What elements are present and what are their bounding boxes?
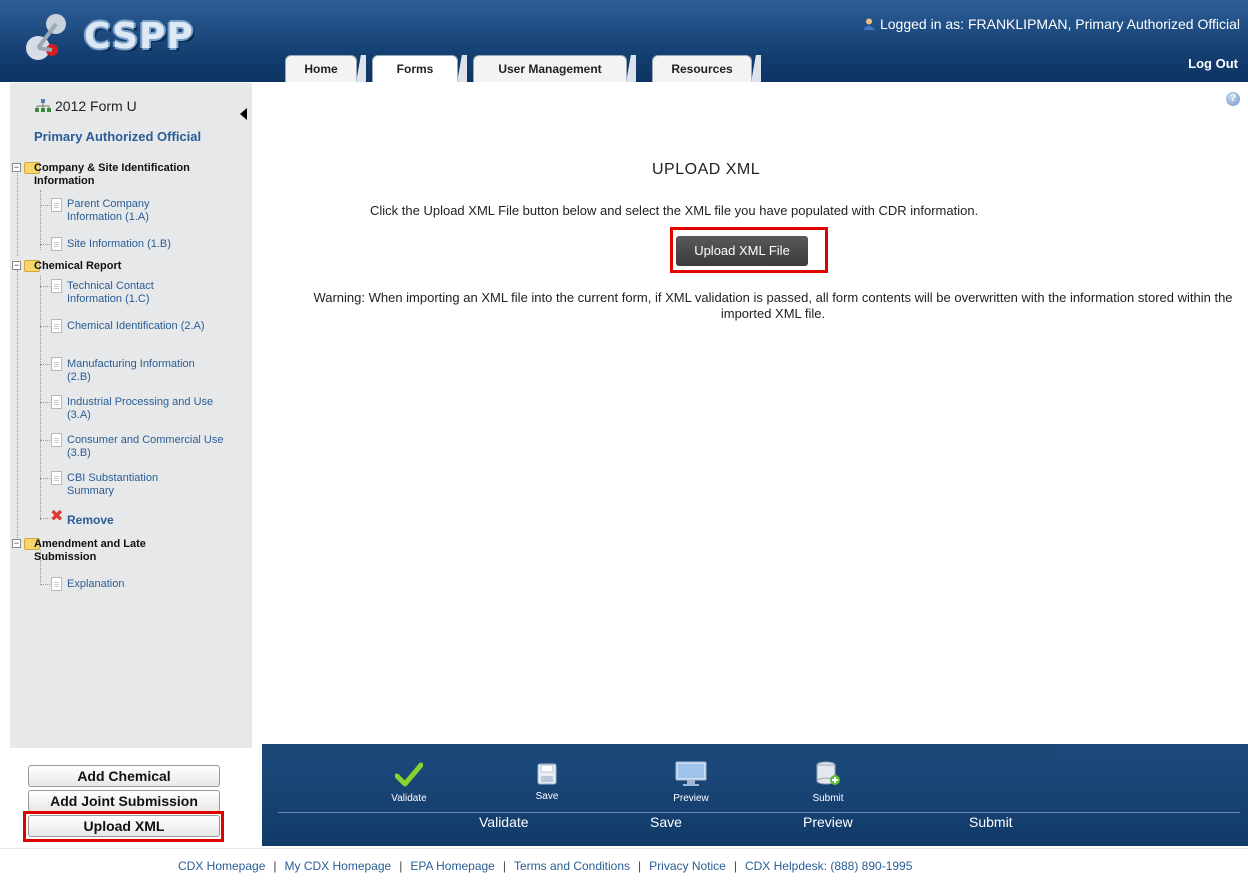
- tree-section-chemical-report[interactable]: Chemical Report: [34, 260, 121, 273]
- molecule-icon: [26, 14, 66, 60]
- tree-line: [40, 286, 50, 287]
- footer: CDX Homepage | My CDX Homepage | EPA Homepag…: [0, 848, 1248, 880]
- collapse-section1-icon[interactable]: −: [12, 163, 21, 172]
- checkmark-icon: [394, 762, 424, 787]
- footer-links: CDX Homepage | My CDX Homepage | EPA Homepag…: [178, 859, 912, 873]
- database-add-icon: [816, 761, 840, 785]
- tree-section-company-site[interactable]: Company & Site Identification Informatio…: [34, 162, 244, 188]
- tab-resources[interactable]: Resources: [652, 55, 761, 82]
- tree-line: [40, 190, 41, 250]
- document-icon: [51, 471, 62, 485]
- validate-toolbar-button[interactable]: Validate: [385, 762, 433, 804]
- submit-icon-caption: Submit: [812, 793, 844, 804]
- tree-line: [17, 270, 18, 540]
- document-icon: [51, 279, 62, 293]
- tree-line: [40, 478, 50, 479]
- upload-xml-file-button[interactable]: Upload XML File: [676, 236, 808, 266]
- tree-item-chemical-id[interactable]: Chemical Identification (2.A): [67, 320, 227, 333]
- tab-user-management[interactable]: User Management: [473, 55, 636, 82]
- toolbar-label-validate[interactable]: Validate: [479, 814, 529, 830]
- cspp-logo: CSPP: [22, 8, 202, 64]
- preview-icon-caption: Preview: [673, 793, 709, 804]
- monitor-icon: [675, 761, 707, 786]
- tree-item-cbi[interactable]: CBI Substantiation Summary: [67, 472, 197, 498]
- footer-link-epa[interactable]: EPA Homepage: [410, 859, 495, 873]
- form-title-text: 2012 Form U: [55, 98, 137, 114]
- collapse-sidebar-icon[interactable]: [240, 108, 247, 120]
- tree-line: [40, 402, 50, 403]
- tree-line: [40, 518, 50, 519]
- toolbar-label-preview[interactable]: Preview: [803, 814, 853, 830]
- tree-line: [40, 275, 41, 520]
- tree-item-parent-company[interactable]: Parent Company Information (1.A): [67, 198, 195, 224]
- tree-line: [40, 326, 50, 327]
- help-icon[interactable]: ?: [1226, 92, 1240, 106]
- hierarchy-icon: [35, 99, 51, 112]
- document-icon: [51, 577, 62, 591]
- role-title: Primary Authorized Official: [34, 129, 202, 144]
- document-icon: [51, 198, 62, 212]
- toolbar-label-submit[interactable]: Submit: [969, 814, 1013, 830]
- validate-icon-caption: Validate: [391, 793, 427, 804]
- footer-separator: |: [638, 859, 642, 873]
- add-chemical-button[interactable]: Add Chemical: [28, 765, 220, 787]
- footer-link-terms[interactable]: Terms and Conditions: [514, 859, 630, 873]
- footer-link-helpdesk[interactable]: CDX Helpdesk: (888) 890-1995: [745, 859, 912, 873]
- tab-home[interactable]: Home: [285, 55, 366, 82]
- save-toolbar-button[interactable]: Save: [527, 762, 567, 802]
- document-icon: [51, 395, 62, 409]
- footer-link-cdx-homepage[interactable]: CDX Homepage: [178, 859, 265, 873]
- app-name: CSPP: [84, 16, 194, 57]
- submit-toolbar-button[interactable]: Submit: [808, 760, 848, 804]
- form-title: 2012 Form U: [35, 98, 137, 114]
- footer-separator: |: [502, 859, 506, 873]
- tree-section-amendment[interactable]: Amendment and Late Submission: [34, 538, 204, 564]
- tree-item-remove[interactable]: Remove: [67, 514, 114, 527]
- collapse-section2-icon[interactable]: −: [12, 261, 21, 270]
- login-info: Logged in as: FRANKLIPMAN, Primary Autho…: [862, 16, 1240, 32]
- tree-item-explanation[interactable]: Explanation: [67, 578, 125, 591]
- document-icon: [51, 319, 62, 333]
- toolbar-divider: [278, 812, 1240, 813]
- document-icon: [51, 433, 62, 447]
- tree-line: [17, 170, 18, 256]
- document-icon: [51, 237, 62, 251]
- tree-line: [40, 440, 50, 441]
- tree-item-site-info[interactable]: Site Information (1.B): [67, 238, 247, 251]
- instruction-text: Click the Upload XML File button below a…: [370, 203, 979, 218]
- tree-item-manufacturing[interactable]: Manufacturing Information (2.B): [67, 358, 195, 384]
- logout-link[interactable]: Log Out: [1188, 56, 1238, 71]
- app-root: CSPP Logged in as: FRANKLIPMAN, Primary …: [0, 0, 1248, 880]
- tab-forms[interactable]: Forms: [372, 55, 467, 82]
- remove-x-icon: ✖: [50, 508, 64, 525]
- login-text: Logged in as: FRANKLIPMAN, Primary Autho…: [879, 16, 1240, 32]
- add-joint-submission-button[interactable]: Add Joint Submission: [28, 790, 220, 812]
- tree-line: [40, 584, 50, 585]
- document-icon: [51, 357, 62, 371]
- tree-item-industrial[interactable]: Industrial Processing and Use (3.A): [67, 396, 217, 422]
- save-icon-caption: Save: [535, 791, 559, 802]
- footer-link-privacy[interactable]: Privacy Notice: [649, 859, 726, 873]
- warning-text: Warning: When importing an XML file into…: [313, 290, 1233, 321]
- footer-separator: |: [733, 859, 737, 873]
- footer-separator: |: [399, 859, 403, 873]
- sidebar-header: 2012 Form U Primary Authorized Official: [10, 83, 252, 155]
- floppy-icon: [537, 763, 557, 785]
- tree-item-consumer[interactable]: Consumer and Commercial Use (3.B): [67, 434, 227, 460]
- tree-item-technical-contact[interactable]: Technical Contact Information (1.C): [67, 280, 195, 306]
- upload-xml-sidebar-button[interactable]: Upload XML: [28, 815, 220, 837]
- footer-link-my-cdx[interactable]: My CDX Homepage: [285, 859, 392, 873]
- toolbar-top-band: [262, 744, 1057, 758]
- footer-separator: |: [273, 859, 277, 873]
- preview-toolbar-button[interactable]: Preview: [666, 760, 716, 804]
- user-icon: [862, 18, 875, 30]
- page-title: UPLOAD XML: [652, 161, 761, 178]
- tree-line: [40, 244, 50, 245]
- collapse-section3-icon[interactable]: −: [12, 539, 21, 548]
- header-bar: CSPP Logged in as: FRANKLIPMAN, Primary …: [0, 0, 1248, 82]
- tree-line: [40, 205, 50, 206]
- toolbar-label-save[interactable]: Save: [650, 814, 682, 830]
- tree-line: [40, 364, 50, 365]
